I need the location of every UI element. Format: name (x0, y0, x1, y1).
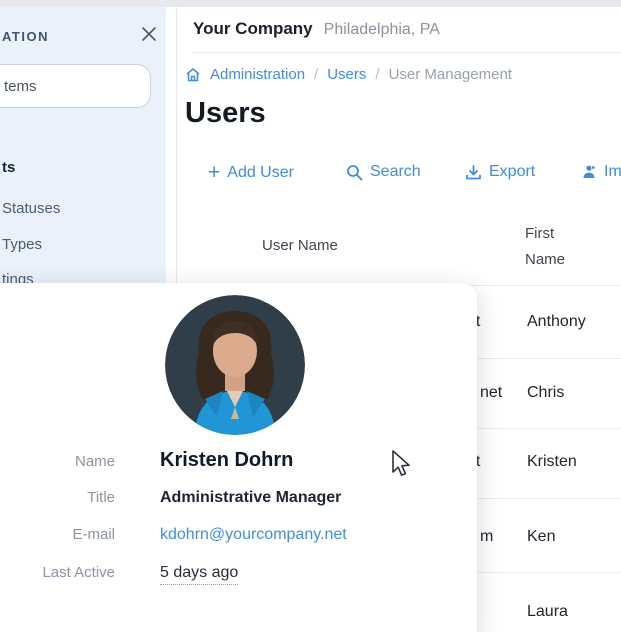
first-name-cell: Chris (527, 384, 565, 401)
add-user-button[interactable]: + Add User (208, 161, 294, 184)
first-name-cell: Anthony (527, 313, 586, 330)
name-label: Name (74, 453, 115, 470)
export-label: Export (489, 163, 536, 180)
last-active-label: Last Active (42, 564, 115, 581)
detail-row-name: Name Kristen Dohrn (0, 449, 450, 472)
user-name-cell: m (480, 528, 494, 545)
title-label: Title (87, 489, 115, 506)
breadcrumb-separator: / (314, 66, 319, 83)
detail-row-email: E-mail kdohrn@yourcompany.net (0, 526, 450, 544)
detail-row-last-active: Last Active 5 days ago (0, 564, 450, 585)
email-link[interactable]: kdohrn@yourcompany.net (160, 526, 347, 544)
search-button[interactable]: Search (346, 163, 421, 181)
company-name: Your Company (193, 19, 313, 38)
plus-icon: + (208, 161, 221, 184)
home-icon[interactable] (185, 67, 201, 83)
import-button[interactable]: Im (581, 163, 621, 181)
name-value: Kristen Dohrn (160, 449, 294, 471)
search-label: Search (370, 163, 421, 180)
page-title: Users (185, 97, 266, 129)
breadcrumb-current: User Management (388, 66, 512, 83)
company-location: Philadelphia, PA (323, 21, 440, 38)
company-header: Your Company Philadelphia, PA (193, 19, 440, 39)
breadcrumb-users[interactable]: Users (327, 66, 366, 83)
search-icon (346, 164, 363, 181)
breadcrumb-separator: / (375, 66, 380, 83)
add-user-label: Add User (227, 164, 294, 181)
download-icon (465, 164, 482, 181)
breadcrumb-administration[interactable]: Administration (210, 66, 305, 83)
user-name-cell: net (480, 384, 503, 401)
sidebar-title: ATION (2, 29, 49, 44)
email-label: E-mail (72, 526, 115, 543)
first-name-cell: Ken (527, 528, 556, 545)
sidebar-search-input[interactable] (0, 64, 151, 108)
panel-divider (176, 7, 177, 283)
title-value: Administrative Manager (160, 489, 342, 506)
mouse-cursor (391, 450, 413, 485)
export-button[interactable]: Export (465, 163, 535, 181)
first-name-cell: Kristen (527, 453, 577, 470)
user-avatar (165, 295, 305, 435)
header-divider (193, 52, 621, 53)
last-active-value[interactable]: 5 days ago (160, 564, 239, 585)
column-header-first-name[interactable]: First Name (525, 221, 587, 273)
detail-row-title: Title Administrative Manager (0, 489, 450, 507)
sidebar-item-1[interactable]: Statuses (2, 200, 60, 217)
breadcrumb: Administration / Users / User Management (185, 66, 512, 83)
first-name-cell: Laura (527, 603, 568, 620)
import-user-icon (581, 164, 597, 180)
import-label: Im (604, 163, 621, 180)
sidebar-item-2[interactable]: Types (2, 236, 42, 253)
column-header-user-name[interactable]: User Name (262, 237, 338, 254)
sidebar-item-0[interactable]: ts (2, 159, 15, 176)
close-icon[interactable] (137, 24, 161, 48)
